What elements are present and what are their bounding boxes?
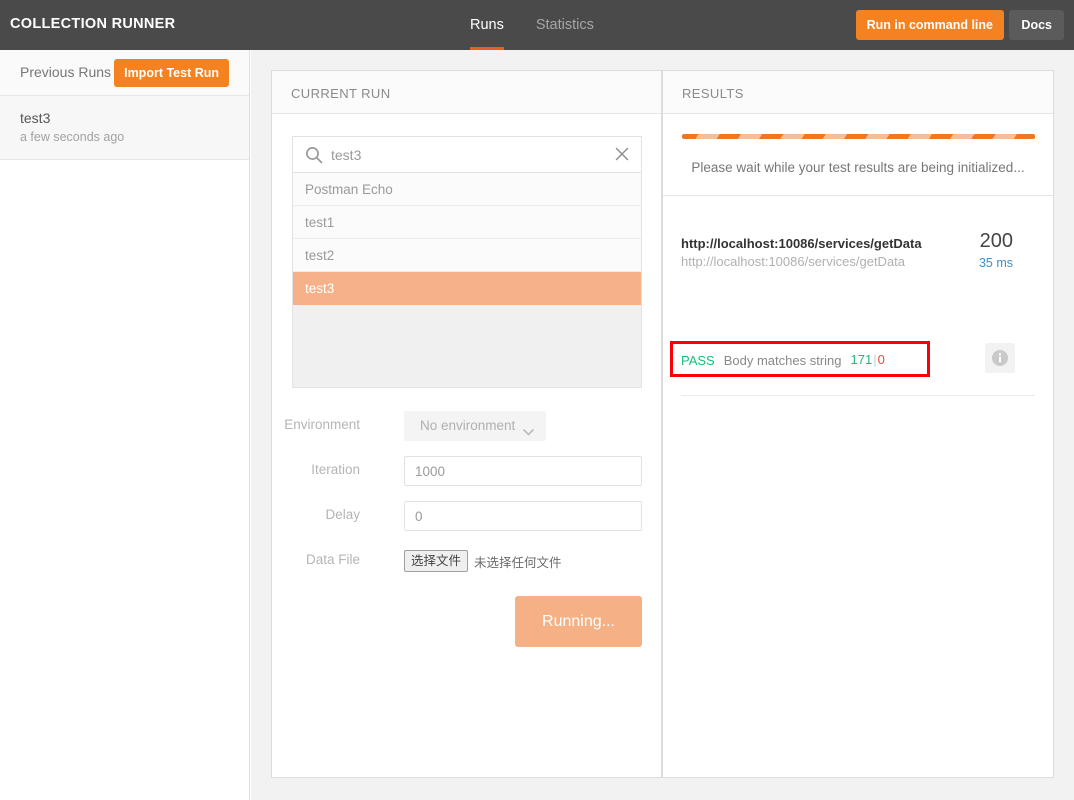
- run-timestamp: a few seconds ago: [20, 130, 125, 144]
- environment-row: Environment No environment: [284, 411, 642, 441]
- environment-label: Environment: [284, 417, 360, 432]
- tab-statistics[interactable]: Statistics: [536, 0, 594, 50]
- status-badge: PASS: [681, 352, 715, 368]
- previous-runs-label: Previous Runs: [20, 64, 112, 80]
- assertion-fail-count: 0: [877, 352, 885, 367]
- results-panel-header: RESULTS: [663, 71, 1053, 114]
- request-url-secondary: http://localhost:10086/services/getData: [681, 254, 906, 269]
- delay-row: Delay 0: [292, 501, 642, 531]
- divider: [681, 395, 1035, 396]
- close-icon[interactable]: [614, 146, 630, 162]
- status-code: 200: [979, 230, 1013, 252]
- import-test-run-button[interactable]: Import Test Run: [114, 59, 229, 87]
- delay-value: 0: [415, 509, 423, 524]
- info-button[interactable]: [985, 343, 1015, 373]
- delay-label: Delay: [325, 507, 360, 522]
- data-file-control: 选择文件 未选择任何文件: [404, 546, 562, 576]
- choose-file-button[interactable]: 选择文件: [404, 550, 469, 572]
- assertion-name: Body matches string: [723, 352, 842, 368]
- iteration-input[interactable]: 1000: [404, 456, 642, 486]
- run-name: test3: [20, 110, 51, 126]
- iteration-label: Iteration: [311, 462, 360, 477]
- iteration-value: 1000: [415, 464, 446, 479]
- list-item[interactable]: test3 a few seconds ago: [0, 96, 249, 160]
- main-content: CURRENT RUN test3 Postman Echo test1 tes…: [251, 50, 1074, 800]
- assertion-pass-count: 171: [850, 352, 873, 367]
- header-tabs: Runs Statistics: [470, 0, 594, 50]
- data-file-row: Data File 选择文件 未选择任何文件: [292, 546, 642, 576]
- progress-bar: [682, 134, 1035, 139]
- run-in-command-line-button[interactable]: Run in command line: [855, 10, 1004, 40]
- divider: [663, 195, 1053, 196]
- current-run-panel-header: CURRENT RUN: [272, 71, 661, 114]
- chevron-down-icon: [523, 423, 534, 436]
- request-list: Postman Echo test1 test2 test3: [292, 173, 642, 388]
- search-input-value: test3: [331, 147, 362, 163]
- docs-button[interactable]: Docs: [1009, 10, 1064, 40]
- assertion-row: PASS Body matches string 171|0: [681, 349, 885, 371]
- app-header: COLLECTION RUNNER Runs Statistics Run in…: [0, 0, 1074, 50]
- search-input[interactable]: test3: [292, 136, 642, 173]
- list-item-selected[interactable]: test3: [293, 272, 641, 305]
- search-icon: [305, 146, 323, 164]
- environment-select[interactable]: No environment: [404, 411, 546, 441]
- data-file-status: 未选择任何文件: [474, 554, 562, 570]
- results-panel: RESULTS Please wait while your test resu…: [662, 70, 1054, 778]
- running-button: Running...: [515, 596, 642, 647]
- results-title: RESULTS: [682, 86, 744, 101]
- delay-input[interactable]: 0: [404, 501, 642, 531]
- assertion-count-divider: |: [873, 352, 877, 367]
- list-item[interactable]: Postman Echo: [293, 173, 641, 206]
- page-title: COLLECTION RUNNER: [10, 16, 176, 32]
- sidebar: Previous Runs Import Test Run test3 a fe…: [0, 50, 250, 800]
- data-file-label: Data File: [305, 552, 360, 567]
- response-time[interactable]: 35 ms: [979, 256, 1013, 270]
- list-item[interactable]: test1: [293, 206, 641, 239]
- request-url-primary: http://localhost:10086/services/getData: [681, 236, 922, 251]
- tab-runs[interactable]: Runs: [470, 0, 504, 50]
- current-run-title: CURRENT RUN: [291, 86, 391, 101]
- info-icon: [992, 350, 1008, 366]
- assertion-counts: 171|0: [851, 351, 885, 369]
- current-run-panel: CURRENT RUN test3 Postman Echo test1 tes…: [271, 70, 662, 778]
- sidebar-header: Previous Runs Import Test Run: [0, 50, 249, 96]
- environment-value: No environment: [420, 418, 516, 433]
- list-item[interactable]: test2: [293, 239, 641, 272]
- iteration-row: Iteration 1000: [292, 456, 642, 486]
- initializing-message: Please wait while your test results are …: [691, 160, 1025, 175]
